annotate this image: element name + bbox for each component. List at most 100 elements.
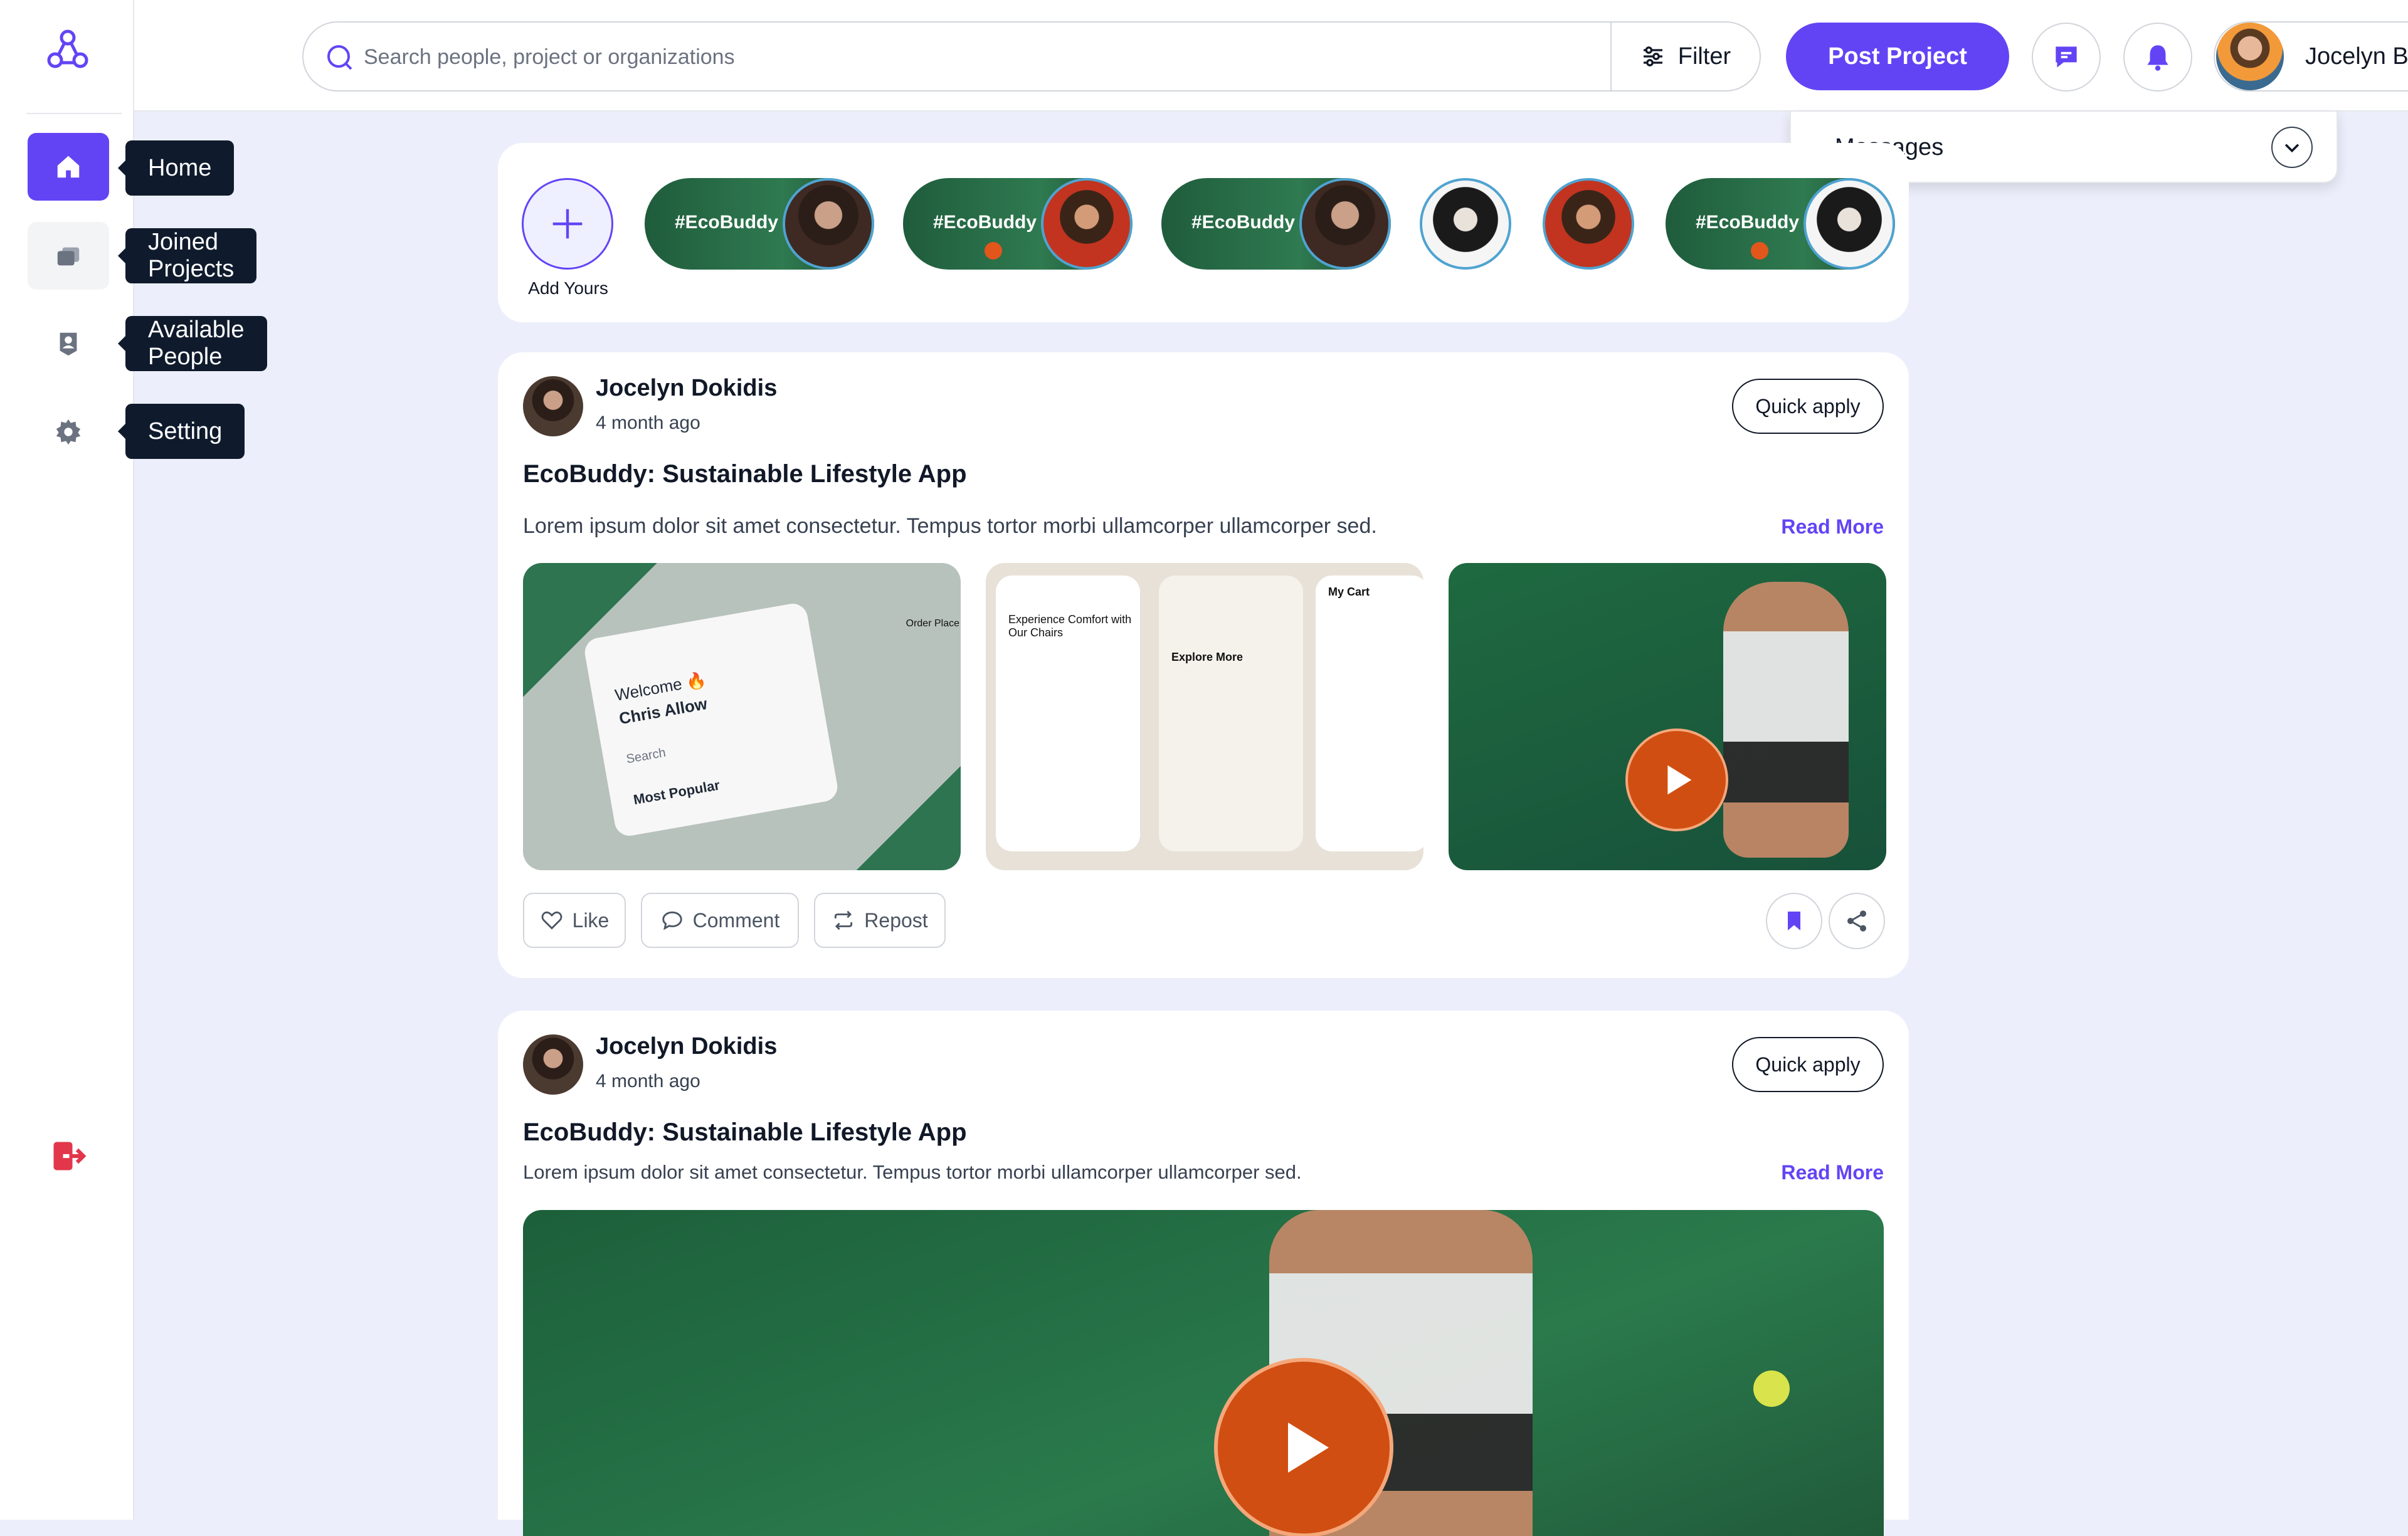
user-name: Jocelyn Bergson: [2305, 43, 2408, 70]
play-icon: [1288, 1423, 1329, 1473]
video-thumbnail: [1723, 582, 1849, 858]
sidebar-item-available-people[interactable]: [28, 310, 109, 377]
share-icon: [1847, 910, 1866, 932]
search-input[interactable]: [362, 38, 1588, 76]
post-author[interactable]: Jocelyn Dokidis: [596, 1033, 777, 1060]
chat-button[interactable]: [2032, 23, 2101, 92]
mockup-text: Order Place: [906, 618, 959, 629]
user-profile-button[interactable]: Jocelyn Bergson: [2214, 21, 2408, 92]
post-description: Lorem ipsum dolor sit amet consectetur. …: [523, 514, 1377, 538]
post-project-button[interactable]: Post Project: [1786, 23, 2009, 90]
post-time: 4 month ago: [596, 413, 700, 433]
story-avatar: [783, 178, 874, 270]
mockup-text: Experience Comfort with Our Chairs: [1008, 613, 1132, 639]
avatar: [2216, 23, 2284, 90]
comment-icon: [662, 911, 682, 930]
search-bar: Filter: [302, 21, 1761, 92]
gear-icon: [56, 419, 81, 445]
comment-label: Comment: [692, 908, 780, 932]
repost-icon: [835, 910, 853, 930]
chat-icon: [2056, 46, 2077, 68]
share-button[interactable]: [1829, 893, 1885, 949]
read-more-link[interactable]: Read More: [1781, 515, 1884, 539]
sidebar-item-home-tooltip: Home: [117, 140, 235, 196]
play-icon: [1751, 242, 1768, 260]
sidebar-item-setting-tooltip: Setting: [117, 404, 245, 459]
mockup-phone: My Cart: [1316, 576, 1423, 851]
heart-icon: [541, 911, 562, 930]
story-avatar-item[interactable]: [1543, 178, 1634, 270]
mockup-phone: Experience Comfort with Our Chairs: [996, 576, 1140, 851]
mockup-text: Explore More: [1171, 651, 1244, 663]
like-button[interactable]: Like: [523, 893, 626, 948]
story-item[interactable]: #EcoBuddy: [903, 178, 1133, 270]
sidebar-item-home[interactable]: [28, 133, 109, 201]
mockup-text: Most Popular: [632, 777, 721, 808]
post-description: Lorem ipsum dolor sit amet consectetur. …: [523, 1161, 1302, 1183]
person-badge-icon: [60, 332, 77, 356]
post-image[interactable]: Welcome 🔥 Chris Allow Search Most Popula…: [523, 563, 961, 870]
story-tag: #EcoBuddy: [933, 212, 1037, 233]
play-icon: [1667, 765, 1692, 795]
messages-toggle[interactable]: [2271, 127, 2313, 168]
mockup-text: My Cart: [1328, 586, 1370, 598]
bell-icon: [2147, 45, 2168, 71]
logout-icon[interactable]: [49, 1137, 87, 1175]
folders-icon: [57, 247, 80, 266]
play-button[interactable]: [1625, 729, 1728, 831]
sidebar: Home Joined Projects Available People Se…: [0, 0, 267, 1520]
filter-label: Filter: [1677, 43, 1731, 70]
post-time: 4 month ago: [596, 1071, 700, 1092]
add-story-button[interactable]: [522, 178, 613, 270]
mockup-card: Welcome 🔥 Chris Allow Search Most Popula…: [582, 601, 840, 838]
mockup-phone: Explore More: [1159, 576, 1303, 851]
post-title: EcoBuddy: Sustainable Lifestyle App: [523, 460, 967, 488]
repost-button[interactable]: Repost: [814, 893, 946, 948]
sliders-icon: [1643, 46, 1662, 66]
post-video[interactable]: [1449, 563, 1886, 870]
filter-button[interactable]: Filter: [1610, 23, 1760, 90]
search-icon: [327, 45, 352, 70]
sidebar-divider: [26, 113, 122, 114]
story-tag: #EcoBuddy: [1696, 212, 1800, 233]
plus-icon: [552, 209, 583, 239]
post-image[interactable]: Experience Comfort with Our Chairs Explo…: [986, 563, 1423, 870]
story-item[interactable]: #EcoBuddy: [1666, 178, 1895, 270]
read-more-link[interactable]: Read More: [1781, 1161, 1884, 1184]
post-card: Jocelyn Dokidis 4 month ago Quick apply …: [498, 352, 1909, 978]
story-item[interactable]: #EcoBuddy: [1161, 178, 1391, 270]
quick-apply-button[interactable]: Quick apply: [1732, 379, 1884, 434]
avatar[interactable]: [523, 1034, 583, 1095]
sidebar-item-available-people-tooltip: Available People: [118, 316, 267, 371]
play-icon: [985, 242, 1002, 260]
repost-label: Repost: [864, 908, 928, 932]
mockup-text: Search: [625, 745, 667, 767]
add-story-label: Add Yours: [528, 278, 608, 298]
story-item[interactable]: #EcoBuddy: [645, 178, 874, 270]
sidebar-item-joined-projects[interactable]: [28, 222, 109, 290]
story-avatar: [1299, 178, 1391, 270]
post-title: EcoBuddy: Sustainable Lifestyle App: [523, 1118, 967, 1146]
quick-apply-button[interactable]: Quick apply: [1732, 1037, 1884, 1092]
story-avatar-item[interactable]: [1420, 178, 1511, 270]
post-video[interactable]: [523, 1210, 1884, 1536]
sidebar-item-setting[interactable]: [28, 397, 109, 465]
avatar[interactable]: [523, 376, 583, 436]
post-card: Jocelyn Dokidis 4 month ago Quick apply …: [498, 1011, 1909, 1536]
story-tag: #EcoBuddy: [1191, 212, 1296, 233]
tennis-ball: [1753, 1370, 1790, 1407]
like-label: Like: [572, 908, 610, 932]
comment-button[interactable]: Comment: [641, 893, 799, 948]
top-bar: Filter Post Project Jocelyn Bergson: [134, 0, 2408, 112]
app-logo-icon[interactable]: [45, 28, 90, 73]
post-author[interactable]: Jocelyn Dokidis: [596, 375, 777, 402]
play-button[interactable]: [1214, 1358, 1393, 1536]
chevron-down-icon: [2284, 144, 2300, 153]
story-tag: #EcoBuddy: [675, 212, 779, 233]
sidebar-item-joined-projects-tooltip: Joined Projects: [117, 228, 257, 283]
story-avatar: [1041, 178, 1133, 270]
bookmark-icon: [1788, 912, 1800, 930]
bookmark-button[interactable]: [1766, 893, 1822, 949]
home-icon: [57, 155, 80, 178]
notifications-button[interactable]: [2123, 23, 2192, 92]
